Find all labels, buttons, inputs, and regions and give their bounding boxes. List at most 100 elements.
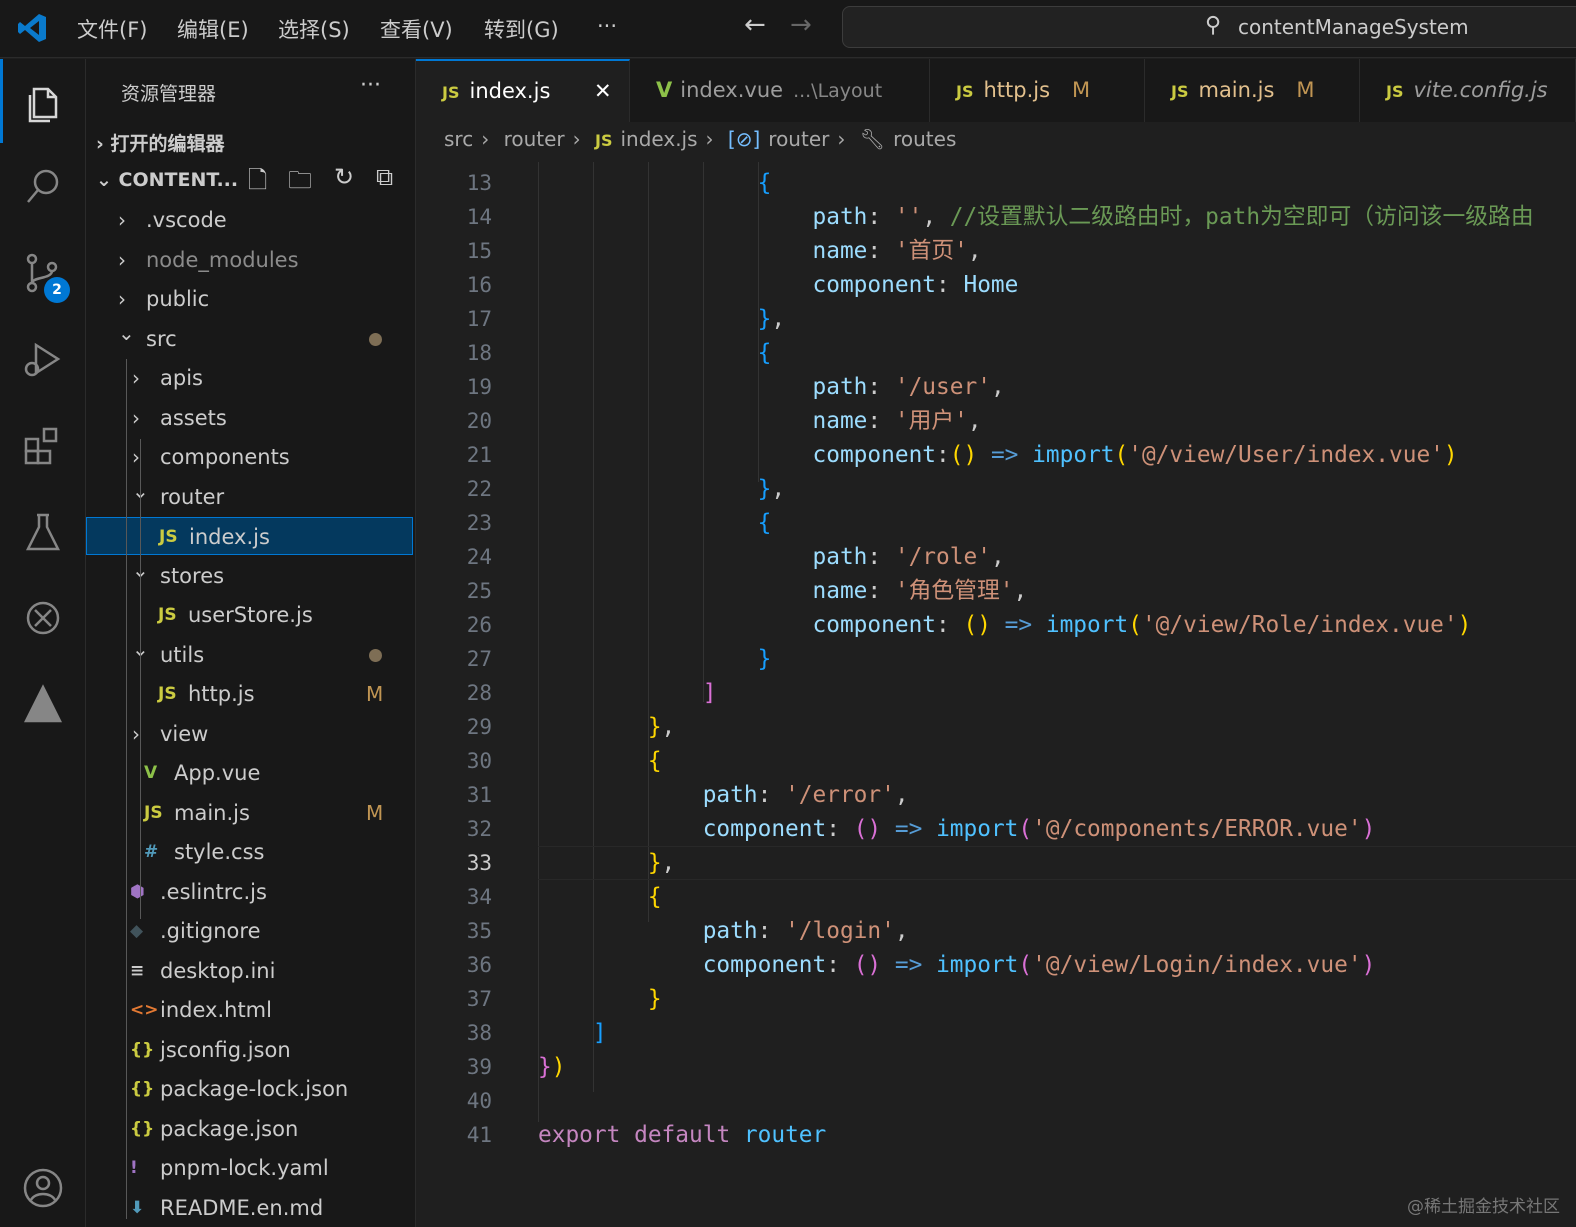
explorer-icon[interactable]: [18, 77, 68, 127]
tree-item-router[interactable]: ⌄router: [86, 478, 416, 516]
tree-item-readme-en-md[interactable]: ⬇ README.en.md: [86, 1189, 416, 1227]
code-token: ]: [592, 1020, 607, 1046]
code-token: ,: [661, 850, 676, 876]
code-editor[interactable]: 13 {14 path: '', //设置默认二级路由时，path为空即可（访问…: [416, 162, 1576, 1227]
tab-index-js[interactable]: JS index.js ✕: [416, 59, 630, 122]
back-arrow-icon[interactable]: ←: [744, 10, 766, 40]
line-number: 17: [466, 307, 492, 331]
tree-item-apis[interactable]: › apis: [86, 359, 416, 397]
tree-item-assets[interactable]: › assets: [86, 399, 416, 437]
tree-item-stores[interactable]: ⌄stores: [86, 557, 416, 595]
code-token: '/user': [894, 374, 991, 400]
menu-go[interactable]: 转到(G): [484, 14, 559, 44]
breadcrumb-router-folder[interactable]: router: [504, 127, 565, 151]
tree-item-label: node_modules: [146, 247, 299, 272]
tree-item-node-modules[interactable]: › node_modules: [86, 241, 416, 279]
code-token: component: [702, 952, 827, 978]
project-label: CONTENT...: [118, 169, 239, 191]
code-token: (): [949, 442, 978, 468]
tree-item-components[interactable]: › components: [86, 438, 416, 476]
code-token: =>: [894, 816, 923, 842]
tab-index-vue[interactable]: Vindex.vue ...\Layout: [630, 59, 930, 122]
code-line: },: [538, 472, 785, 506]
project-section[interactable]: ⌄ CONTENT...: [96, 169, 238, 191]
refresh-icon[interactable]: ↻: [334, 163, 354, 191]
close-icon[interactable]: ✕: [594, 61, 612, 122]
chatgpt-icon[interactable]: [18, 593, 68, 643]
search-icon: ⚲: [1205, 13, 1222, 38]
tree-item-view[interactable]: › view: [86, 715, 416, 753]
testing-icon[interactable]: [18, 507, 68, 557]
code-token: path: [812, 204, 868, 230]
code-token: (: [1128, 612, 1142, 638]
code-token: :: [867, 204, 895, 230]
extensions-icon[interactable]: [18, 421, 68, 471]
tree-item-public[interactable]: › public: [86, 280, 416, 318]
search-icon[interactable]: [18, 162, 68, 212]
code-line: },: [538, 710, 675, 744]
code-line: }): [538, 1050, 565, 1084]
tab-http-js[interactable]: JS http.js M: [930, 59, 1145, 122]
tree-item-app-vue[interactable]: V App.vue: [86, 754, 416, 792]
tab-vite-config-js[interactable]: JS vite.config.js: [1360, 59, 1576, 122]
more-actions-button[interactable]: ···: [360, 73, 381, 98]
tree-item-index-html[interactable]: <> index.html: [86, 991, 416, 1029]
open-editors-section[interactable]: › 打开的编辑器: [96, 129, 224, 156]
json-file-icon: {}: [130, 1079, 155, 1099]
tab-label: vite.config.js: [1413, 78, 1548, 102]
code-token: name: [812, 238, 868, 264]
tree-item-http-js[interactable]: JS http.js M: [86, 675, 416, 713]
tree-item-src[interactable]: ⌄ src: [86, 320, 416, 358]
chevron-right-icon: ›: [132, 366, 140, 390]
account-icon[interactable]: [18, 1163, 68, 1213]
js-file-icon: JS: [1171, 82, 1189, 101]
tree-item-utils[interactable]: ⌄utils: [86, 636, 416, 674]
tree-item-package-json[interactable]: {} package.json: [86, 1110, 416, 1148]
code-token: ,: [967, 238, 982, 264]
tree-item-package-lock-json[interactable]: {} package-lock.json: [86, 1070, 416, 1108]
menu-selection[interactable]: 选择(S): [278, 14, 350, 44]
tree-item--vscode[interactable]: › .vscode: [86, 201, 416, 239]
breadcrumb-router-symbol[interactable]: router: [768, 127, 829, 151]
breadcrumb-index-js[interactable]: index.js: [620, 127, 697, 151]
forward-arrow-icon[interactable]: →: [790, 10, 812, 40]
code-line: path: '/login',: [538, 914, 909, 948]
breadcrumb-src[interactable]: src: [444, 127, 473, 151]
breadcrumb-routes[interactable]: routes: [893, 127, 956, 151]
tree-item-style-css[interactable]: # style.css: [86, 833, 416, 871]
yaml-file-icon: !: [130, 1158, 138, 1178]
tree-item-label: .eslintrc.js: [160, 879, 267, 904]
code-token: }: [647, 986, 662, 1012]
code-token: :: [936, 612, 964, 638]
tree-item-label: main.js: [174, 800, 250, 825]
tree-item-userstore-js[interactable]: JS userStore.js: [86, 596, 416, 634]
menu-view[interactable]: 查看(V): [380, 14, 453, 44]
menu-edit[interactable]: 编辑(E): [177, 14, 249, 44]
tree-item-main-js[interactable]: JS main.js M: [86, 794, 416, 832]
code-token: (): [963, 612, 991, 638]
collapse-all-icon[interactable]: ⧉: [376, 163, 393, 191]
command-center-search[interactable]: ⚲ contentManageSystem: [842, 6, 1576, 48]
menu-file[interactable]: 文件(F): [77, 14, 147, 44]
run-debug-icon[interactable]: [18, 335, 68, 385]
menu-more[interactable]: ···: [597, 14, 617, 38]
tree-item-pnpm-lock-yaml[interactable]: ! pnpm-lock.yaml: [86, 1149, 416, 1187]
tab-main-js[interactable]: JS main.js M: [1145, 59, 1360, 122]
tree-item--eslintrc-js[interactable]: ⬢ .eslintrc.js: [86, 873, 416, 911]
tree-item-index-js[interactable]: JS index.js: [86, 517, 413, 555]
tree-item-label: README.en.md: [160, 1195, 324, 1220]
tree-item--gitignore[interactable]: ◆ .gitignore: [86, 912, 416, 950]
new-folder-icon[interactable]: 🗀: [288, 163, 312, 204]
md-file-icon: ⬇: [130, 1197, 145, 1218]
tree-item-desktop-ini[interactable]: ≡ desktop.ini: [86, 952, 416, 990]
tree-item-jsconfig-json[interactable]: {} jsconfig.json: [86, 1031, 416, 1069]
remote-icon[interactable]: [18, 679, 68, 729]
line-number: 35: [466, 919, 492, 943]
new-file-icon[interactable]: 🗋: [248, 163, 267, 204]
